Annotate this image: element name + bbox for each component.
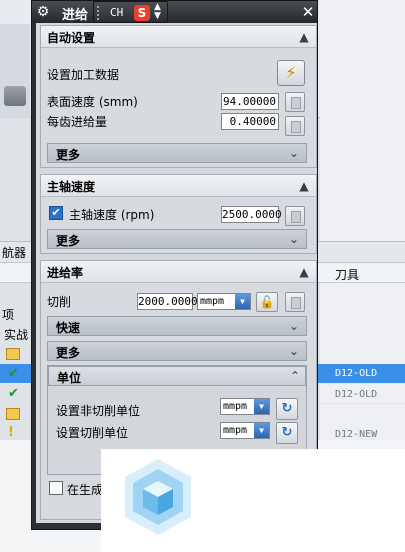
cut-feed-button[interactable] xyxy=(285,292,305,312)
tool-cell: D12-OLD xyxy=(335,368,378,379)
cut-unit-setting-select[interactable]: mmpm ▼ xyxy=(220,422,270,439)
generate-label: 在生成 xyxy=(67,483,104,497)
chevron-down-icon[interactable]: ▼ xyxy=(235,294,250,309)
spindle-more-bar[interactable]: 更多 ⌄ xyxy=(47,229,307,249)
spindle-more-label: 更多 xyxy=(56,234,81,248)
spindle-header[interactable]: 主轴速度 ▲ xyxy=(41,175,316,197)
feed-rate-title: 进给率 xyxy=(47,266,84,280)
chevron-down-icon[interactable]: ▼ xyxy=(254,399,269,414)
spindle-checkbox[interactable]: ✔ xyxy=(49,206,63,220)
cut-unit-setting-value: mmpm xyxy=(223,425,248,436)
cut-feed-field[interactable]: 2000.0000 xyxy=(137,293,198,310)
tool-column-header[interactable]: 刀具 xyxy=(335,266,359,283)
spindle-speed-label: 主轴速度 (rpm) xyxy=(69,208,155,222)
rapid-bar[interactable]: 快速 ⌄ xyxy=(47,316,307,336)
chevron-up-icon[interactable]: ▲ xyxy=(296,30,312,44)
auto-settings-group: 自动设置 ▲ 设置加工数据 ⚡ 表面速度 (smm) 94.00000 每齿进给… xyxy=(40,25,317,168)
non-cut-unit-select[interactable]: mmpm ▼ xyxy=(220,398,270,415)
spindle-group: 主轴速度 ▲ ✔ 主轴速度 (rpm) 2500.0000 更多 ⌄ xyxy=(40,174,317,254)
surface-speed-field[interactable]: 94.00000 xyxy=(221,93,279,110)
refresh-icon: ↻ xyxy=(281,425,293,440)
dialog-titlebar[interactable]: ⚙ 进给 ✕ xyxy=(32,1,317,23)
ime-language-label[interactable]: CH xyxy=(110,6,123,19)
row-label: 项 xyxy=(2,308,15,322)
close-icon[interactable]: ✕ xyxy=(300,4,316,20)
tool-cell: D12-OLD xyxy=(335,389,378,400)
feed-rate-header[interactable]: 进给率 ▲ xyxy=(41,261,316,283)
spindle-title: 主轴速度 xyxy=(47,180,96,194)
chevron-down-icon[interactable]: ⌄ xyxy=(286,319,302,333)
auto-settings-title: 自动设置 xyxy=(47,31,96,45)
auto-settings-header[interactable]: 自动设置 ▲ xyxy=(41,26,316,48)
non-cut-unit-value: mmpm xyxy=(223,401,248,412)
surface-speed-button[interactable] xyxy=(285,92,305,112)
cube-logo-icon xyxy=(125,459,191,535)
spindle-speed-field[interactable]: 2500.0000 xyxy=(221,206,282,223)
feed-per-tooth-label: 每齿进给量 xyxy=(47,115,108,129)
chevron-up-icon[interactable]: ⌃ xyxy=(287,369,303,383)
feed-per-tooth-field[interactable]: 0.40000 xyxy=(221,113,279,130)
feed-per-tooth-button[interactable] xyxy=(285,116,305,136)
navigator-title: 航器 xyxy=(2,246,27,260)
ime-toolbar[interactable]: CH S ▲ ▼ xyxy=(93,1,168,23)
chevron-up-icon[interactable]: ▲ xyxy=(296,265,312,279)
tool-icon[interactable] xyxy=(4,86,26,106)
non-cut-unit-label: 设置非切削单位 xyxy=(56,404,141,418)
feed-more-label: 更多 xyxy=(56,346,81,360)
lightning-icon: ⚡ xyxy=(285,63,297,82)
cut-unit-refresh-button[interactable]: ↻ xyxy=(276,422,298,444)
cut-unit-label: 设置切削单位 xyxy=(56,426,129,440)
chevron-up-icon[interactable]: ▲ xyxy=(296,179,312,193)
chevron-down-icon[interactable]: ⌄ xyxy=(286,146,302,160)
refresh-icon: ↻ xyxy=(281,401,293,416)
tool-cell: D12-NEW xyxy=(335,429,378,440)
folder-icon xyxy=(6,408,20,420)
feed-more-bar[interactable]: 更多 ⌄ xyxy=(47,341,307,361)
warning-icon: ! xyxy=(8,425,14,440)
check-icon: ✔ xyxy=(8,366,19,381)
set-data-button[interactable]: ⚡ xyxy=(277,60,305,86)
chevron-down-icon[interactable]: ⌄ xyxy=(286,232,302,246)
ime-menu-icon[interactable]: ▲ ▼ xyxy=(154,3,161,21)
row-label: 实战 xyxy=(4,328,29,342)
folder-icon xyxy=(6,348,20,360)
auto-more-bar[interactable]: 更多 ⌄ xyxy=(47,143,307,163)
chevron-down-icon[interactable]: ▼ xyxy=(254,423,269,438)
spindle-speed-button[interactable] xyxy=(285,206,305,226)
drag-handle-icon[interactable] xyxy=(97,6,103,20)
surface-speed-label: 表面速度 (smm) xyxy=(47,95,138,109)
non-cut-refresh-button[interactable]: ↻ xyxy=(276,398,298,420)
set-data-label: 设置加工数据 xyxy=(47,68,120,82)
loading-overlay xyxy=(101,449,405,552)
gear-icon[interactable]: ⚙ xyxy=(35,4,51,20)
lock-button[interactable]: 🔓 xyxy=(256,292,278,312)
dialog-title: 进给 xyxy=(62,8,89,23)
auto-more-label: 更多 xyxy=(56,148,81,162)
dialog-body: 自动设置 ▲ 设置加工数据 ⚡ 表面速度 (smm) 94.00000 每齿进给… xyxy=(36,23,317,523)
cut-unit-value: mmpm xyxy=(200,296,225,307)
cut-label: 切削 xyxy=(47,295,72,309)
units-header[interactable]: 单位 ⌃ xyxy=(48,366,306,386)
chevron-down-icon[interactable]: ⌄ xyxy=(286,344,302,358)
lock-icon: 🔓 xyxy=(259,295,275,309)
units-title: 单位 xyxy=(57,371,82,385)
generate-checkbox[interactable] xyxy=(49,481,63,495)
cut-unit-select[interactable]: mmpm ▼ xyxy=(197,293,251,310)
rapid-label: 快速 xyxy=(56,321,81,335)
sogou-logo-icon[interactable]: S xyxy=(134,5,150,21)
check-icon: ✔ xyxy=(8,386,19,401)
